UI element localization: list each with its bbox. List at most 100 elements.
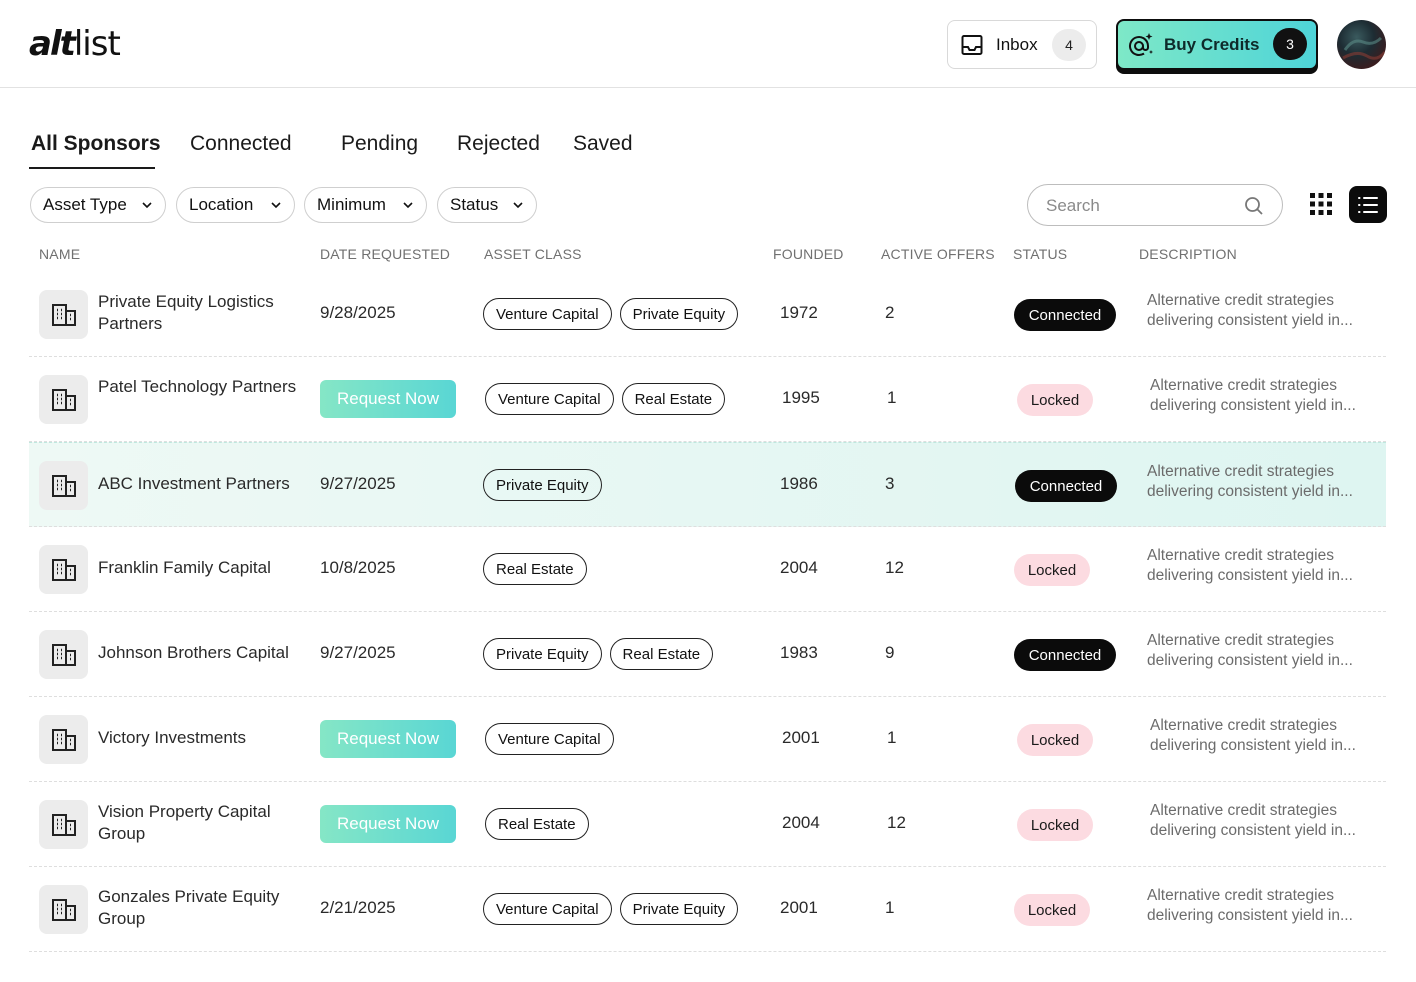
founded-year: 2001	[782, 728, 820, 747]
asset-class-tag: Venture Capital	[483, 298, 612, 330]
table-row[interactable]: Victory Investments Request Now Venture Ca…	[29, 697, 1386, 782]
inbox-label: Inbox	[996, 34, 1038, 54]
sponsor-description: Alternative credit strategies delivering…	[1150, 802, 1356, 839]
chevron-down-icon	[513, 202, 523, 209]
asset-class-tags: Real Estate	[485, 808, 589, 840]
altlist-logo[interactable]: altlist	[29, 24, 121, 64]
founded-year: 1983	[780, 643, 818, 662]
search-icon[interactable]	[1244, 196, 1264, 216]
logo-bold-text: alt	[29, 24, 76, 64]
tab-connected[interactable]: Connected	[190, 130, 292, 158]
asset-class-tag: Private Equity	[619, 298, 739, 330]
active-tab-underline	[29, 167, 155, 169]
founded-year: 1972	[780, 303, 818, 322]
grid-view-icon[interactable]	[1309, 192, 1333, 216]
sponsor-description: Alternative credit strategies delivering…	[1147, 887, 1353, 924]
asset-class-tags: Venture Capital	[485, 723, 614, 755]
list-view-icon	[1358, 196, 1378, 213]
table-row[interactable]: Private Equity Logistics Partners 9/28/20…	[29, 272, 1386, 357]
filter-label: Minimum	[317, 195, 386, 214]
active-offers-count: 3	[885, 474, 895, 493]
sponsor-name[interactable]: Victory Investments	[98, 727, 310, 749]
table-row[interactable]: Patel Technology Partners Request Now Vent…	[29, 357, 1386, 442]
credits-count-badge: 3	[1273, 28, 1307, 60]
tab-saved[interactable]: Saved	[573, 130, 633, 158]
active-offers-count: 12	[887, 813, 906, 832]
location-filter[interactable]: Location	[176, 187, 295, 223]
asset-type-filter[interactable]: Asset Type	[30, 187, 166, 223]
status-badge: Locked	[1014, 554, 1090, 586]
asset-class-tag: Private Equity	[619, 893, 739, 925]
asset-class-tags: Venture Capital Private Equity	[483, 893, 739, 925]
tab-pending[interactable]: Pending	[341, 130, 418, 158]
sponsor-description: Alternative credit strategies delivering…	[1147, 463, 1353, 500]
top-header: altlist Inbox 4 Buy Credits 3	[0, 0, 1416, 88]
list-view-button[interactable]	[1349, 186, 1387, 223]
building-icon	[39, 715, 88, 764]
request-now-button[interactable]: Request Now	[320, 805, 456, 843]
inbox-button[interactable]: Inbox 4	[947, 20, 1097, 69]
active-offers-count: 9	[885, 643, 895, 662]
request-now-button[interactable]: Request Now	[320, 720, 456, 758]
asset-class-tags: Private Equity Real Estate	[483, 638, 714, 670]
founded-year: 2001	[780, 898, 818, 917]
active-offers-count: 2	[885, 303, 895, 322]
tab-rejected[interactable]: Rejected	[457, 130, 540, 158]
active-offers-count: 12	[885, 558, 904, 577]
sponsor-name[interactable]: Private Equity Logistics Partners	[98, 291, 310, 335]
sponsor-description: Alternative credit strategies delivering…	[1147, 547, 1353, 584]
chevron-down-icon	[271, 202, 281, 209]
table-row[interactable]: Vision Property Capital Group Request Now…	[29, 782, 1386, 867]
table-row[interactable]: ABC Investment Partners 9/27/2025 Private …	[29, 442, 1386, 527]
sponsor-name[interactable]: Gonzales Private Equity Group	[98, 886, 310, 930]
column-header-active-offers[interactable]: ACTIVE OFFERS	[881, 246, 995, 262]
buy-credits-button[interactable]: Buy Credits 3	[1116, 19, 1318, 74]
column-header-name[interactable]: NAME	[39, 246, 80, 262]
active-offers-count: 1	[887, 388, 897, 407]
asset-class-tag: Real Estate	[483, 553, 587, 585]
table-row[interactable]: Johnson Brothers Capital 9/27/2025 Private…	[29, 612, 1386, 697]
sponsor-name[interactable]: Vision Property Capital Group	[98, 801, 310, 845]
date-requested: 9/27/2025	[320, 474, 396, 493]
status-badge: Connected	[1014, 639, 1116, 671]
building-icon	[39, 800, 88, 849]
asset-class-tag: Venture Capital	[485, 723, 614, 755]
asset-class-tag: Private Equity	[483, 638, 602, 670]
founded-year: 1995	[782, 388, 820, 407]
status-badge: Locked	[1017, 809, 1093, 841]
asset-class-tag: Venture Capital	[483, 893, 612, 925]
sponsor-description: Alternative credit strategies delivering…	[1147, 632, 1353, 669]
building-icon	[39, 885, 88, 934]
buy-credits-label: Buy Credits	[1164, 34, 1260, 54]
asset-class-tag: Private Equity	[483, 469, 602, 501]
date-requested: 9/27/2025	[320, 643, 396, 662]
column-header-description[interactable]: DESCRIPTION	[1139, 246, 1237, 262]
column-header-date[interactable]: DATE REQUESTED	[320, 246, 450, 262]
column-header-founded[interactable]: FOUNDED	[773, 246, 844, 262]
table-row[interactable]: Franklin Family Capital 10/8/2025 Real Est…	[29, 527, 1386, 612]
asset-class-tags: Private Equity	[483, 469, 602, 501]
table-row[interactable]: Gonzales Private Equity Group 2/21/2025 Ve…	[29, 867, 1386, 952]
avatar-image	[1342, 36, 1386, 60]
sponsor-name[interactable]: ABC Investment Partners	[98, 473, 310, 495]
status-badge: Connected	[1014, 299, 1116, 331]
minimum-filter[interactable]: Minimum	[304, 187, 427, 223]
user-avatar[interactable]	[1337, 20, 1386, 69]
sponsor-name[interactable]: Patel Technology Partners	[98, 376, 310, 398]
sponsor-name[interactable]: Franklin Family Capital	[98, 557, 310, 579]
sponsor-name[interactable]: Johnson Brothers Capital	[98, 642, 310, 664]
column-header-status[interactable]: STATUS	[1013, 246, 1067, 262]
active-offers-count: 1	[885, 898, 895, 917]
column-header-asset-class[interactable]: ASSET CLASS	[484, 246, 582, 262]
status-badge: Locked	[1017, 384, 1093, 416]
building-icon	[39, 630, 88, 679]
status-filter[interactable]: Status	[437, 187, 537, 223]
tab-all-sponsors[interactable]: All Sponsors	[31, 130, 161, 158]
asset-class-tag: Venture Capital	[485, 383, 614, 415]
search-input[interactable]	[1046, 195, 1236, 217]
request-now-button[interactable]: Request Now	[320, 380, 456, 418]
sponsor-description: Alternative credit strategies delivering…	[1150, 717, 1356, 754]
founded-year: 1986	[780, 474, 818, 493]
asset-class-tag: Real Estate	[609, 638, 714, 670]
inbox-icon	[961, 34, 983, 55]
